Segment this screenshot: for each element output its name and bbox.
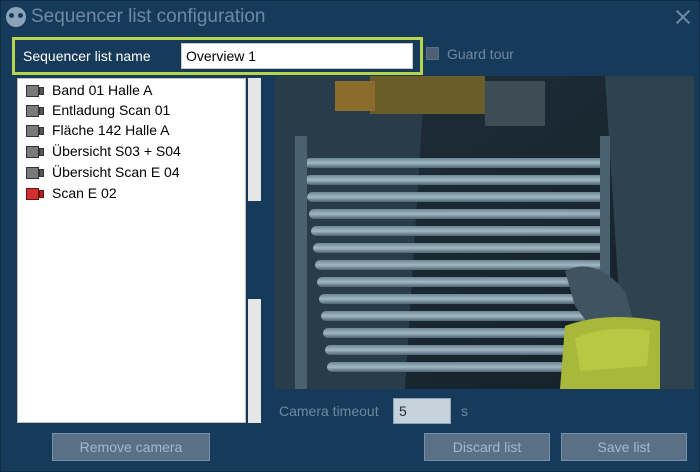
- camera-label: Scan E 02: [52, 185, 117, 201]
- camera-icon: [26, 85, 44, 97]
- window-title: Sequencer list configuration: [31, 6, 266, 27]
- guard-tour-checkbox[interactable]: [426, 47, 439, 60]
- scrollbar-thumb-lower[interactable]: [248, 299, 261, 423]
- guard-tour-label: Guard tour: [447, 46, 514, 62]
- sequencer-dialog: Sequencer list configuration Sequencer l…: [0, 0, 700, 472]
- camera-icon: [26, 146, 44, 158]
- remove-camera-button[interactable]: Remove camera: [52, 433, 210, 461]
- camera-label: Band 01 Halle A: [52, 82, 153, 98]
- camera-label: Übersicht S03 + S04: [52, 143, 181, 159]
- camera-list[interactable]: Band 01 Halle A Entladung Scan 01 Fläche…: [17, 78, 246, 423]
- app-logo-icon: [6, 7, 26, 27]
- scrollbar-thumb[interactable]: [248, 78, 261, 201]
- list-name-group: Sequencer list name: [12, 37, 423, 75]
- camera-icon: [26, 125, 44, 137]
- list-name-label: Sequencer list name: [23, 48, 151, 64]
- title-bar: Sequencer list configuration: [1, 1, 700, 37]
- camera-label: Entladung Scan 01: [52, 102, 171, 118]
- camera-label: Übersicht Scan E 04: [52, 164, 180, 180]
- close-icon[interactable]: [673, 7, 693, 27]
- save-list-button[interactable]: Save list: [561, 433, 687, 461]
- camera-timeout-input[interactable]: [393, 398, 451, 424]
- camera-icon: [26, 105, 44, 117]
- camera-timeout-label: Camera timeout: [279, 403, 379, 419]
- camera-preview-image: [275, 76, 694, 389]
- camera-preview: [275, 76, 694, 389]
- list-name-input[interactable]: [181, 43, 413, 69]
- timeout-unit-label: s: [461, 403, 468, 419]
- camera-alert-icon: [26, 188, 44, 200]
- camera-label: Fläche 142 Halle A: [52, 122, 170, 138]
- discard-list-button[interactable]: Discard list: [424, 433, 550, 461]
- camera-icon: [26, 167, 44, 179]
